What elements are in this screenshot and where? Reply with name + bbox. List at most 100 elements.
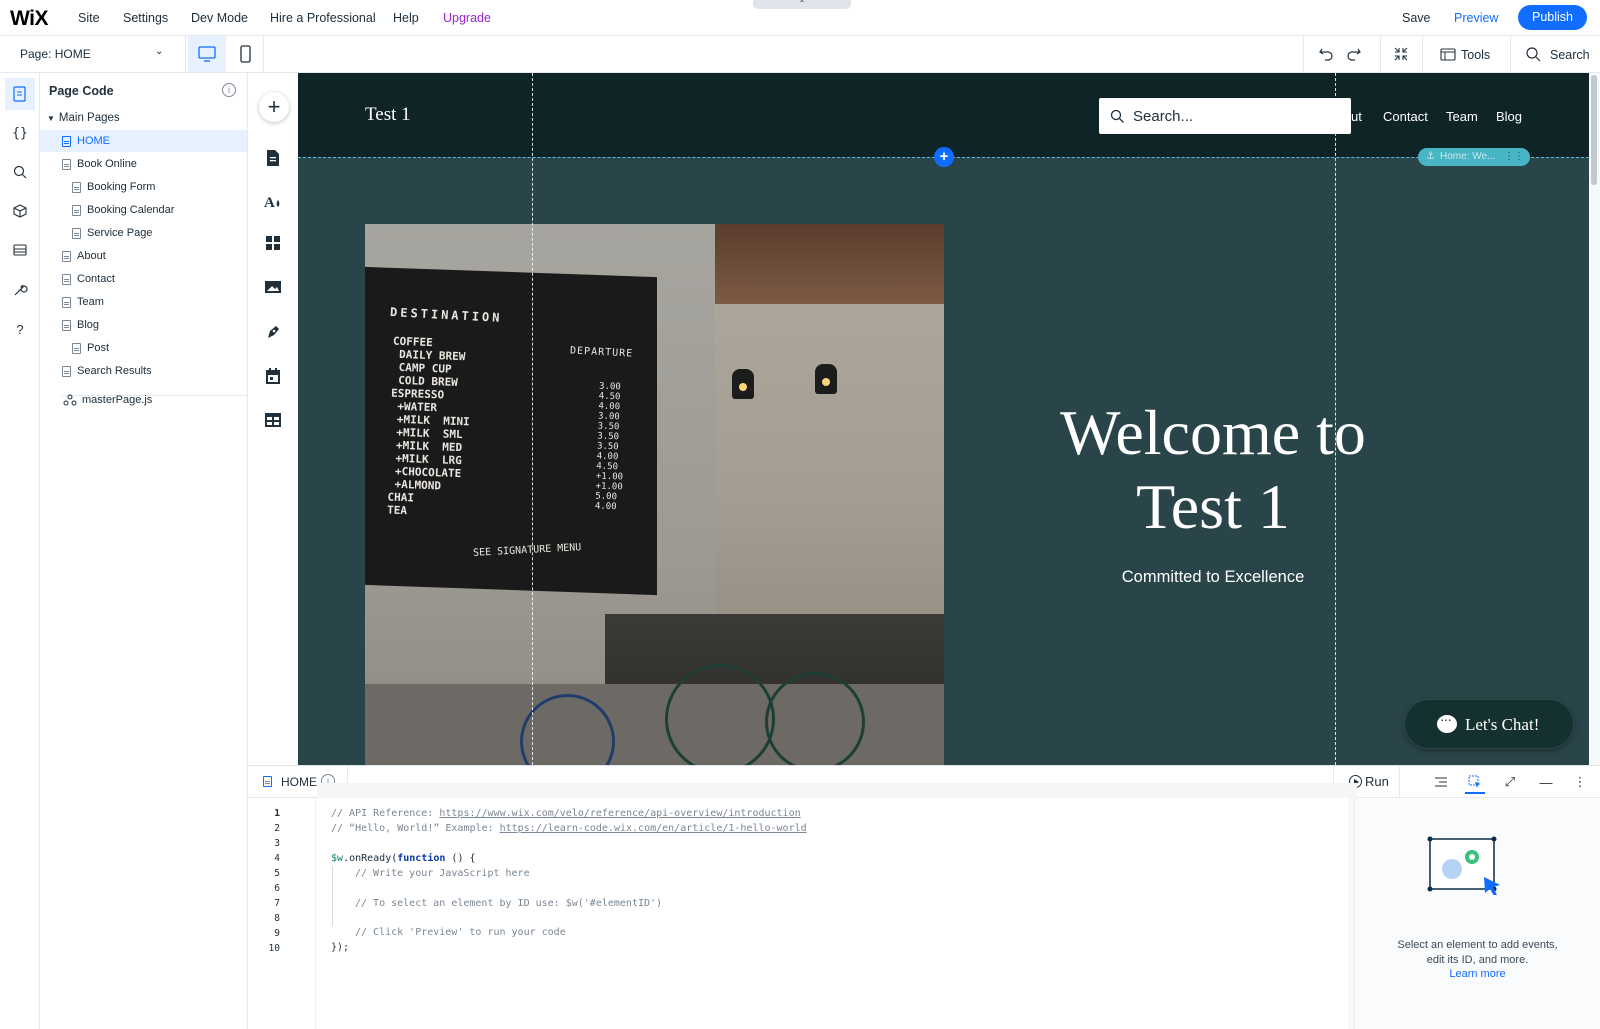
hero-image[interactable]: DESTINATION DEPARTURE COFFEE DAILY BREW … [365,224,944,765]
page-item-home[interactable]: HOME [40,130,247,152]
save-button[interactable]: Save [1402,11,1431,25]
preview-button[interactable]: Preview [1454,11,1498,25]
more-vertical-icon: ⋮ [1573,774,1587,789]
code-line-9[interactable]: // Click 'Preview' to run your code [355,927,566,938]
mobile-view-button[interactable] [226,36,264,72]
minimize-button[interactable]: — [1536,772,1556,792]
undo-icon[interactable] [1317,45,1335,63]
page-item-service-page[interactable]: Service Page [40,222,247,244]
info-icon[interactable]: i [222,83,236,97]
redo-icon[interactable] [1345,45,1363,63]
code-tab-label: HOME [281,775,317,789]
page-item-post[interactable]: Post [40,337,247,359]
code-line-10[interactable]: }); [331,942,349,953]
menu-dev-mode[interactable]: Dev Mode [191,11,248,25]
page-item-booking-form[interactable]: Booking Form [40,176,247,198]
site-search-bar[interactable]: Search... [1099,98,1351,134]
run-button[interactable]: Run [1365,774,1389,789]
nav-team[interactable]: Team [1446,109,1478,124]
add-apps-button[interactable] [260,230,286,256]
page-item-label: Service Page [87,227,153,239]
learn-more-link[interactable]: Learn more [1355,968,1600,980]
code-link[interactable]: https://learn-code.wix.com/en/article/1-… [500,823,807,834]
add-element-button[interactable]: + [259,92,289,122]
rail-help-button[interactable]: ? [10,319,30,339]
expand-button[interactable]: ⤢ [1500,772,1520,792]
code-token: () { [445,853,476,864]
rail-packages-button[interactable] [10,201,30,221]
page-item-search-results[interactable]: Search Results [40,360,247,382]
guide-line [532,73,533,765]
menu-site[interactable]: Site [78,11,100,25]
section-anchor-tag[interactable]: ⚓ Home: We... ⋮⋮ [1418,148,1530,166]
code-line-5[interactable]: // Write your JavaScript here [355,868,530,879]
media-button[interactable] [260,274,286,300]
canvas-scrollbar[interactable] [1589,73,1600,765]
rail-search-button[interactable] [10,162,30,182]
page-item-book-online[interactable]: Book Online [40,153,247,175]
nav-blog[interactable]: Blog [1496,109,1522,124]
page-item-label: Booking Calendar [87,204,175,216]
collapse-topbar-button[interactable]: ⌃ [753,0,851,9]
add-section-button[interactable]: + [934,147,954,167]
scrollbar-thumb[interactable] [1591,75,1597,185]
main-pages-toggle[interactable]: ▼ Main Pages [47,112,120,124]
menu-settings[interactable]: Settings [123,11,168,25]
rail-database-button[interactable] [10,240,30,260]
code-line-4[interactable]: $w.onReady(function () { [331,853,476,864]
top-bar: WiX Site Settings Dev Mode Hire a Profes… [0,0,1600,36]
properties-events-button[interactable] [1465,772,1485,794]
code-link[interactable]: https://www.wix.com/velo/reference/api-o… [439,808,800,819]
code-braces-icon: {} [12,125,28,141]
nav-contact[interactable]: Contact [1383,109,1428,124]
page-icon [72,204,81,216]
menu-upgrade[interactable]: Upgrade [443,11,491,25]
page-item-booking-calendar[interactable]: Booking Calendar [40,199,247,221]
menu-hire-professional[interactable]: Hire a Professional [270,11,376,25]
blog-button[interactable] [260,319,286,345]
site-design-button[interactable]: A [260,188,286,214]
list-indent-icon [1435,777,1447,787]
code-panel: HOME i Run ⤢ — ⋮ 1 2 3 4 5 6 7 8 9 10 //… [248,765,1600,1029]
menu-help[interactable]: Help [393,11,419,25]
cms-button[interactable] [260,407,286,433]
add-elements-toolbar: + A [248,73,298,765]
code-line-1[interactable]: // API Reference: https://www.wix.com/ve… [331,808,801,819]
code-line-2[interactable]: // “Hello, World!” Example: https://lear… [331,823,807,834]
bookings-button[interactable] [260,363,286,389]
page-item-contact[interactable]: Contact [40,268,247,290]
rail-developer-tools-button[interactable] [10,280,30,300]
search-icon[interactable] [1524,45,1542,63]
site-header[interactable]: Test 1 Search... ut Contact Team Blog [298,73,1589,157]
zoom-out-icon[interactable] [1392,45,1410,63]
welcome-heading[interactable]: Welcome to Test 1 [988,396,1438,544]
main-pages-label: Main Pages [58,112,120,124]
page-icon [62,158,71,170]
code-line-7[interactable]: // To select an element by ID use: $w('#… [355,898,662,909]
publish-button[interactable]: Publish [1518,5,1587,30]
more-options-button[interactable]: ⋮ [1570,772,1590,792]
rail-code-button[interactable]: {} [10,123,30,143]
nav-about[interactable]: ut [1351,109,1362,124]
format-code-button[interactable] [1431,772,1451,792]
master-page-item[interactable]: masterPage.js [40,389,247,411]
page-item-about[interactable]: About [40,245,247,267]
master-page-icon [63,394,77,406]
wix-logo[interactable]: WiX [10,7,48,31]
pages-menus-button[interactable] [260,145,286,171]
page-item-blog[interactable]: Blog [40,314,247,336]
site-title[interactable]: Test 1 [365,104,411,126]
chat-button[interactable]: Let's Chat! [1404,699,1574,749]
welcome-line-1: Welcome to [1060,397,1366,468]
desktop-view-button[interactable] [188,36,226,72]
drag-handle-icon[interactable]: ⋮⋮ [1504,148,1524,166]
search-button[interactable]: Search [1550,48,1590,62]
tools-button[interactable]: Tools [1461,48,1490,62]
page-selector[interactable]: Page: HOME ⌄ [0,36,186,72]
rail-pages-button[interactable] [5,78,35,110]
editor-canvas[interactable]: Test 1 Search... ut Contact Team Blog DE… [298,73,1589,765]
hero-subtitle[interactable]: Committed to Excellence [988,568,1438,587]
page-item-team[interactable]: Team [40,291,247,313]
tools-icon[interactable] [1439,45,1457,63]
editor-toolbar: Page: HOME ⌄ Tools Search [0,36,1600,73]
